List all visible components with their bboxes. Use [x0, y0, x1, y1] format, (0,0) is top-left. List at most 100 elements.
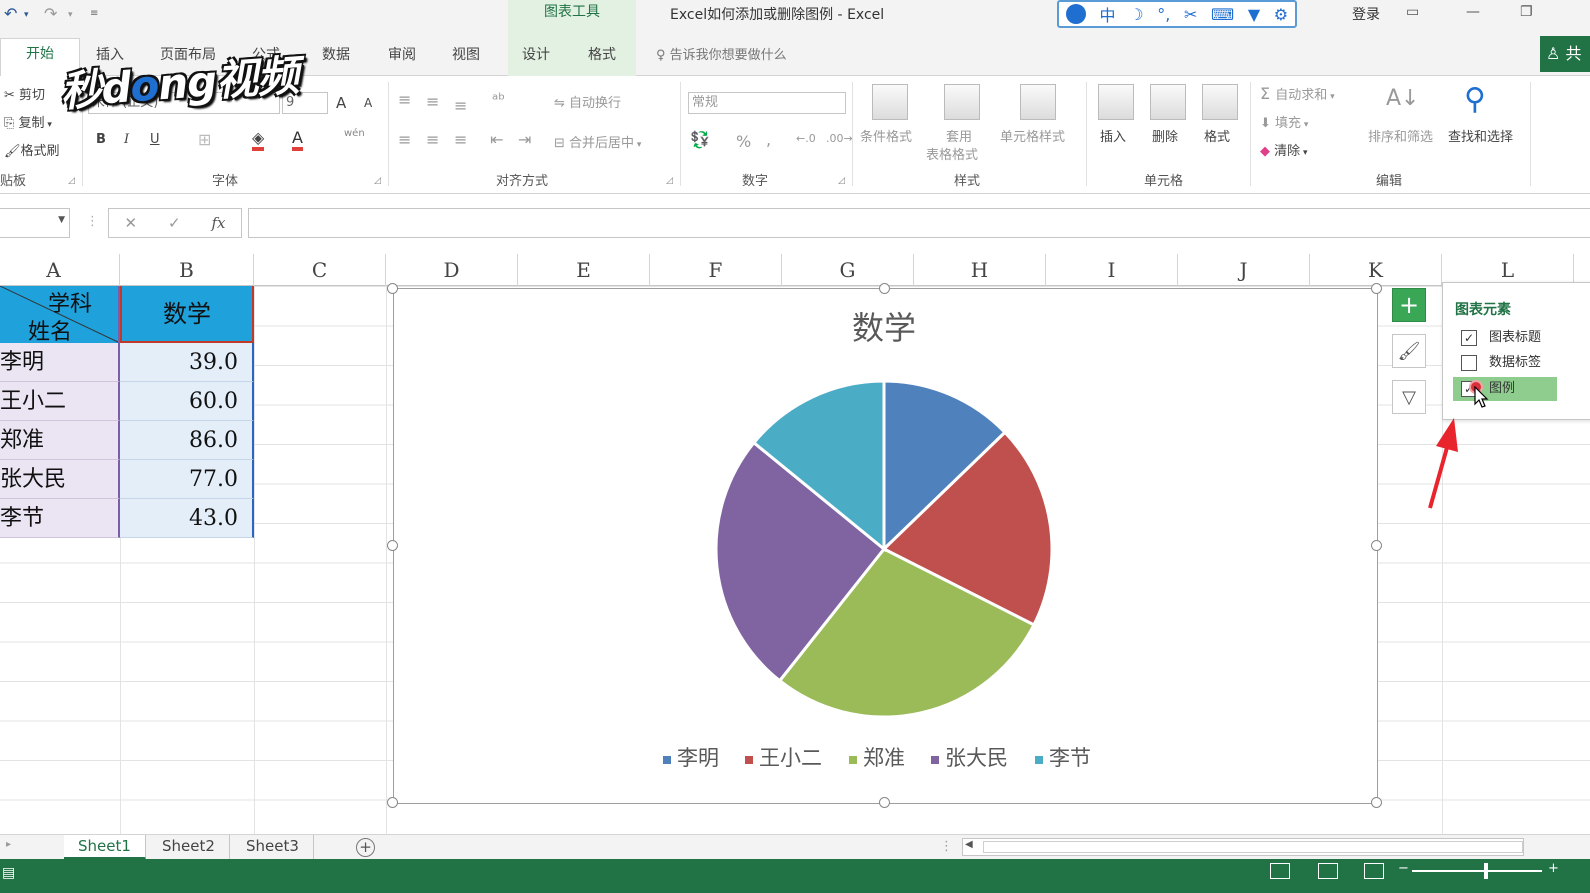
tell-me-search[interactable]: ♀ 告诉我你想要做什么 — [656, 44, 787, 63]
ime-keyboard-icon[interactable]: ⌨ — [1211, 5, 1234, 24]
insert-cells-button[interactable]: 插入 — [1100, 126, 1126, 145]
phonetic-icon[interactable]: wén — [344, 128, 365, 139]
underline-button[interactable]: U — [150, 132, 160, 147]
name-box[interactable]: ▼ — [0, 208, 70, 238]
column-header-e[interactable]: E — [518, 254, 650, 286]
restore-icon[interactable]: ❐ — [1520, 4, 1533, 20]
chart-title[interactable]: 数学 — [852, 309, 916, 347]
checkbox-chart-title[interactable]: ✓ — [1461, 330, 1477, 346]
italic-button[interactable]: I — [124, 132, 129, 147]
decrease-font-icon[interactable]: A — [364, 96, 372, 110]
find-select-button[interactable]: 查找和选择 — [1448, 126, 1513, 145]
macro-record-icon[interactable]: ▤ — [2, 865, 15, 881]
tab-format[interactable]: 格式 — [588, 44, 616, 64]
align-right-icon[interactable]: ≡ — [454, 130, 467, 149]
resize-handle[interactable] — [879, 283, 890, 294]
number-launcher-icon[interactable]: ◿ — [838, 176, 845, 186]
chart-styles-button[interactable]: 🖌 — [1392, 334, 1426, 368]
resize-handle[interactable] — [387, 540, 398, 551]
border-icon[interactable]: ⊞ — [198, 130, 211, 149]
customize-quick-access-icon[interactable]: ≡ — [90, 8, 98, 19]
score-cell[interactable]: 77.0 — [120, 460, 254, 499]
page-layout-view-icon[interactable] — [1318, 863, 1338, 879]
name-cell[interactable]: 张大民 — [0, 460, 120, 499]
page-break-view-icon[interactable] — [1364, 863, 1384, 879]
score-cell[interactable]: 60.0 — [120, 382, 254, 421]
fill-button[interactable]: ⬇ 填充 ▾ — [1260, 112, 1308, 131]
option-data-labels[interactable]: 数据标签 — [1453, 351, 1557, 375]
comma-button[interactable]: , — [766, 130, 771, 149]
cut-button[interactable]: ✂ 剪切 — [4, 84, 45, 103]
tab-review[interactable]: 审阅 — [388, 44, 416, 64]
chart-elements-button[interactable]: + — [1392, 288, 1426, 322]
name-cell[interactable]: 王小二 — [0, 382, 120, 421]
resize-handle[interactable] — [387, 797, 398, 808]
redo-icon[interactable]: ↷ — [44, 4, 57, 23]
format-painter-button[interactable]: 🖌格式刷 — [4, 140, 60, 159]
ime-punctuation-icon[interactable]: °, — [1157, 5, 1170, 24]
ime-logo-icon[interactable] — [1065, 4, 1086, 24]
ime-chinese-mode[interactable]: 中 — [1100, 2, 1116, 26]
align-bottom-icon[interactable]: ≡ — [454, 96, 467, 115]
zoom-out-icon[interactable]: − — [1398, 861, 1409, 876]
align-center-icon[interactable]: ≡ — [426, 130, 439, 149]
column-header-a[interactable]: A — [0, 254, 120, 286]
resize-handle[interactable] — [387, 283, 398, 294]
autosum-button[interactable]: Σ 自动求和 ▾ — [1260, 84, 1335, 103]
sheet-tab-2[interactable]: Sheet2 — [148, 835, 230, 860]
format-as-table-line1[interactable]: 套用 — [946, 126, 972, 145]
formula-bar-grip-icon[interactable]: ⋮ — [86, 214, 99, 229]
tab-view[interactable]: 视图 — [452, 44, 480, 64]
column-header-f[interactable]: F — [650, 254, 782, 286]
ime-skin-icon[interactable]: ▼ — [1248, 5, 1260, 24]
name-cell[interactable]: 李节 — [0, 499, 120, 538]
conditional-formatting-icon[interactable] — [872, 84, 908, 120]
bold-button[interactable]: B — [96, 132, 106, 147]
login-link[interactable]: 登录 — [1352, 4, 1380, 24]
column-header-c[interactable]: C — [254, 254, 386, 286]
new-sheet-button[interactable]: + — [356, 838, 375, 857]
name-box-dropdown-icon[interactable]: ▼ — [58, 215, 65, 225]
header-math-cell[interactable]: 数学 — [120, 286, 254, 343]
scroll-left-icon[interactable]: ◀ — [965, 839, 973, 850]
orientation-icon[interactable]: ᵃᵇ — [492, 90, 505, 109]
alignment-launcher-icon[interactable]: ◿ — [666, 176, 673, 186]
zoom-slider-thumb[interactable] — [1484, 863, 1488, 879]
ime-moon-icon[interactable]: ☽ — [1129, 5, 1143, 24]
decrease-decimal-icon[interactable]: .00→ — [826, 132, 853, 145]
align-top-icon[interactable]: ≡ — [398, 90, 411, 109]
column-header-b[interactable]: B — [120, 254, 254, 286]
formula-input[interactable] — [248, 208, 1590, 238]
format-as-table-line2[interactable]: 表格格式 — [926, 144, 978, 163]
chart-filters-button[interactable]: ▽ — [1392, 380, 1426, 414]
column-header-k[interactable]: K — [1310, 254, 1442, 286]
column-header-g[interactable]: G — [782, 254, 914, 286]
name-cell[interactable]: 郑准 — [0, 421, 120, 460]
name-cell[interactable]: 李明 — [0, 343, 120, 382]
format-cells-icon[interactable] — [1202, 84, 1238, 120]
share-button[interactable]: ♙ 共 — [1540, 36, 1590, 72]
zoom-slider[interactable] — [1412, 870, 1542, 872]
resize-handle[interactable] — [1371, 283, 1382, 294]
scrollbar-thumb[interactable] — [983, 841, 1523, 853]
format-as-table-icon[interactable] — [944, 84, 980, 120]
column-header-h[interactable]: H — [914, 254, 1046, 286]
column-header-i[interactable]: I — [1046, 254, 1178, 286]
increase-indent-icon[interactable]: ⇥ — [518, 130, 531, 149]
wrap-text-button[interactable]: ⇋ 自动换行 — [554, 92, 621, 111]
copy-button[interactable]: ⎘ 复制 ▾ — [4, 112, 52, 131]
sheet-tab-3[interactable]: Sheet3 — [232, 835, 314, 860]
sort-filter-button[interactable]: 排序和筛选 — [1368, 126, 1433, 145]
tab-design[interactable]: 设计 — [522, 44, 550, 64]
diagonal-header-cell[interactable]: 学科 姓名 — [0, 286, 120, 343]
resize-handle[interactable] — [1371, 797, 1382, 808]
ribbon-display-options-icon[interactable]: ▭ — [1406, 4, 1419, 20]
percent-button[interactable]: % — [736, 132, 751, 151]
normal-view-icon[interactable] — [1270, 863, 1290, 879]
score-cell[interactable]: 86.0 — [120, 421, 254, 460]
sheet-nav-icon[interactable]: ▸ — [6, 839, 11, 850]
pie-chart[interactable]: 数学 李明 王小二 郑准 张大民 李节 — [393, 288, 1378, 804]
align-left-icon[interactable]: ≡ — [398, 130, 411, 149]
decrease-indent-icon[interactable]: ⇤ — [490, 130, 503, 149]
option-chart-title[interactable]: ✓ 图表标题 — [1453, 326, 1557, 350]
